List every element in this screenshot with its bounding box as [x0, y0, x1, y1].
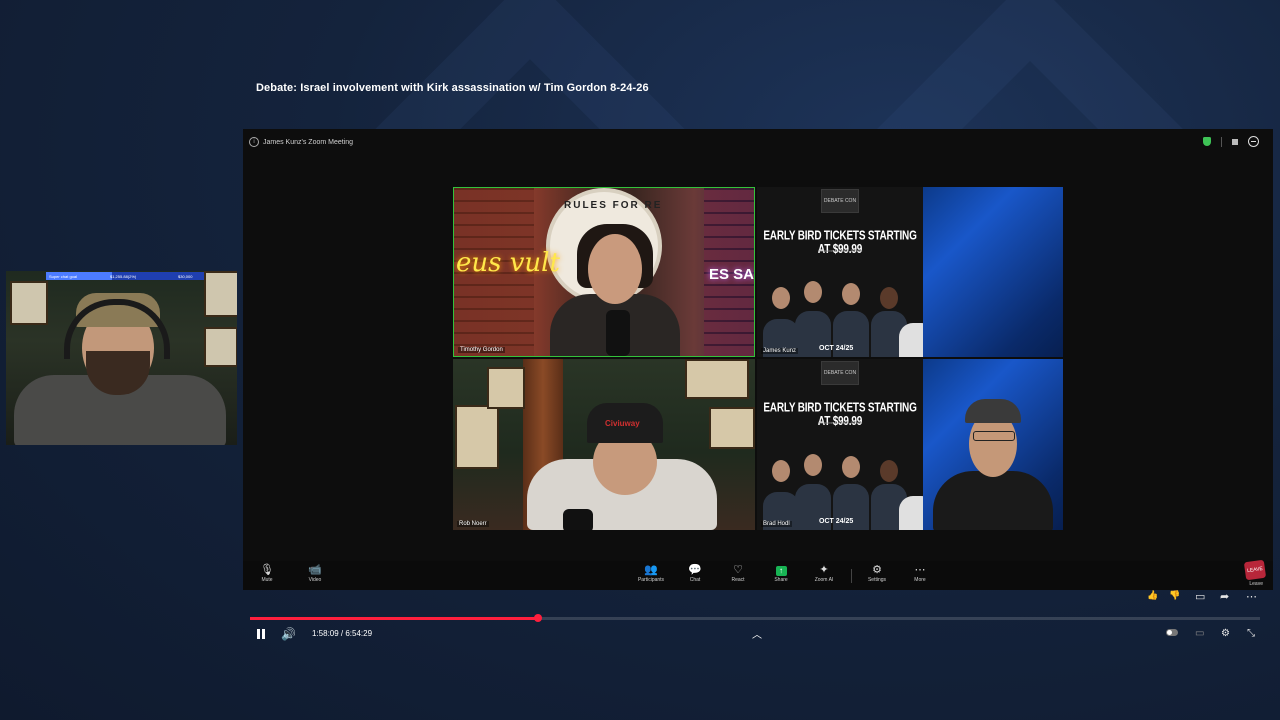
zoom-toolbar: 🎙 Mute 📹 Video 👥 Participants 💬 Chat ♡ R…: [243, 559, 1273, 590]
super-chat-goal-bar: Super chat goal $1,255.88(2%) $30,000: [46, 272, 204, 280]
share-arrow-icon[interactable]: ➦: [1220, 590, 1229, 603]
goal-progress-text: $1,255.88(2%): [110, 274, 137, 279]
wall-frame: [10, 281, 48, 325]
toolbar-label: React: [731, 577, 745, 583]
participant-tile-timothy: RULES FOR RE eus vult ES SA Timothy Gord…: [453, 187, 755, 357]
debate-con-logo: DEBATE CON: [821, 361, 859, 385]
zoom-meeting-title: James Kunz's Zoom Meeting: [263, 138, 354, 146]
chevron-up-icon[interactable]: ︿: [752, 626, 762, 641]
debate-con-logo: DEBATE CON: [821, 189, 859, 213]
emblem-text: RULES FOR RE: [564, 200, 663, 211]
settings-button[interactable]: ⚙ Settings: [857, 564, 897, 583]
wall-frame: [709, 407, 755, 449]
captions-icon[interactable]: ▭: [1195, 628, 1204, 639]
participant-name: Brad Hodl: [761, 521, 792, 527]
zoom-titlebar: i James Kunz's Zoom Meeting: [243, 129, 1273, 155]
gear-icon: ⚙: [872, 564, 882, 576]
grid-icon: [1232, 138, 1238, 145]
participant-name: Timothy Gordon: [458, 347, 505, 353]
baseball-cap: [965, 399, 1021, 423]
exit-fullscreen-icon[interactable]: ⤡: [1247, 628, 1255, 639]
participants-icon: 👥: [644, 564, 658, 576]
leave-button[interactable]: LEAVE: [1243, 559, 1267, 581]
cap-logo: Civiuway: [605, 419, 640, 428]
thumbs-up-icon[interactable]: 👍: [1147, 590, 1158, 601]
pause-button[interactable]: [254, 626, 268, 642]
promo-subtext: Inclusive. Limited. Before: [817, 248, 863, 253]
microphone: [606, 310, 630, 356]
toolbar-label: More: [914, 577, 926, 583]
face: [588, 234, 642, 304]
shield-icon: [1203, 137, 1211, 146]
share-icon: ↑: [775, 566, 787, 576]
microphone-icon: 🎙: [260, 564, 274, 576]
participant-tile-headset: [923, 359, 1063, 530]
heart-icon: ♡: [733, 564, 743, 576]
share-screen-button[interactable]: ↑ Share: [761, 564, 801, 583]
participant-tile-brad: DEBATE CON EARLY BIRD TICKETS STARTING A…: [757, 359, 923, 530]
video-title: Debate: Israel involvement with Kirk ass…: [256, 82, 649, 94]
toolbar-label: Participants: [637, 577, 665, 583]
react-button[interactable]: ♡ React: [718, 564, 758, 583]
more-icon[interactable]: ⋯: [1246, 590, 1257, 603]
microphone: [563, 509, 593, 530]
chat-icon: 💬: [688, 564, 702, 576]
goal-target: $30,000: [178, 274, 193, 279]
wall-frame: [204, 327, 237, 367]
minimize-icon: [1248, 136, 1259, 147]
info-icon: i: [249, 137, 259, 147]
participant-name: James Kunz: [761, 348, 799, 354]
baseball-cap: Civiuway: [587, 403, 663, 443]
time-readout: 1:58:09 / 6:54:29: [312, 629, 373, 638]
more-button[interactable]: ⋯ More: [900, 564, 940, 583]
camera-icon: 📹: [308, 564, 322, 576]
zoom-ai-button[interactable]: ✦ Zoom AI: [804, 564, 844, 583]
participants-button[interactable]: 👥 Participants: [631, 564, 671, 583]
more-icon: ⋯: [914, 564, 926, 576]
promo-subtext: Inclusive. Limited. Before: [817, 420, 863, 425]
mute-button[interactable]: 🎙 Mute: [247, 564, 287, 583]
divider: [1221, 136, 1222, 147]
video-button[interactable]: 📹 Video: [295, 564, 335, 583]
wall-frame: [204, 271, 237, 317]
settings-gear-icon[interactable]: ⚙: [1221, 628, 1230, 639]
participant-tile-blue: [923, 187, 1063, 357]
toolbar-label: Zoom AI: [814, 577, 834, 583]
leave-label: Leave: [1249, 581, 1263, 587]
autoplay-toggle[interactable]: [1166, 628, 1178, 639]
neon-sign: eus vult: [456, 248, 560, 278]
video-player[interactable]: i James Kunz's Zoom Meeting RULES FOR RE…: [243, 129, 1273, 590]
promo-date: OCT 24/25: [819, 345, 854, 352]
glasses: [973, 431, 1015, 441]
chat-button[interactable]: 💬 Chat: [675, 564, 715, 583]
toolbar-label: Video: [308, 577, 322, 583]
toolbar-label: Share: [774, 577, 788, 583]
sparkle-icon: ✦: [819, 564, 829, 576]
participant-name: Rob Noerr: [457, 521, 489, 527]
thumbs-down-icon[interactable]: 👎: [1169, 590, 1180, 601]
person: [933, 471, 1053, 530]
wall-frame: [685, 359, 749, 399]
progress-bar[interactable]: [250, 614, 1260, 622]
toolbar-label: Mute: [261, 577, 273, 583]
progress-fill: [250, 617, 538, 620]
webcam-overlay: Super chat goal $1,255.88(2%) $30,000: [6, 271, 237, 445]
volume-icon[interactable]: 🔊: [281, 626, 297, 642]
wall-frame: [487, 367, 525, 409]
goal-label: Super chat goal: [49, 274, 78, 279]
toolbar-label: Chat: [689, 577, 701, 583]
participant-tile-james: DEBATE CON EARLY BIRD TICKETS STARTING A…: [757, 187, 923, 357]
participant-tile-rob: Civiuway Rob Noerr: [453, 359, 755, 530]
toolbar-label: Settings: [867, 577, 887, 583]
promo-date: OCT 24/25: [819, 518, 854, 525]
comment-icon[interactable]: ▭: [1195, 590, 1205, 603]
divider: [851, 569, 852, 583]
neon-sign-right: ES SA: [708, 266, 754, 283]
wall-frame: [455, 405, 499, 469]
progress-scrubber[interactable]: [533, 614, 542, 622]
